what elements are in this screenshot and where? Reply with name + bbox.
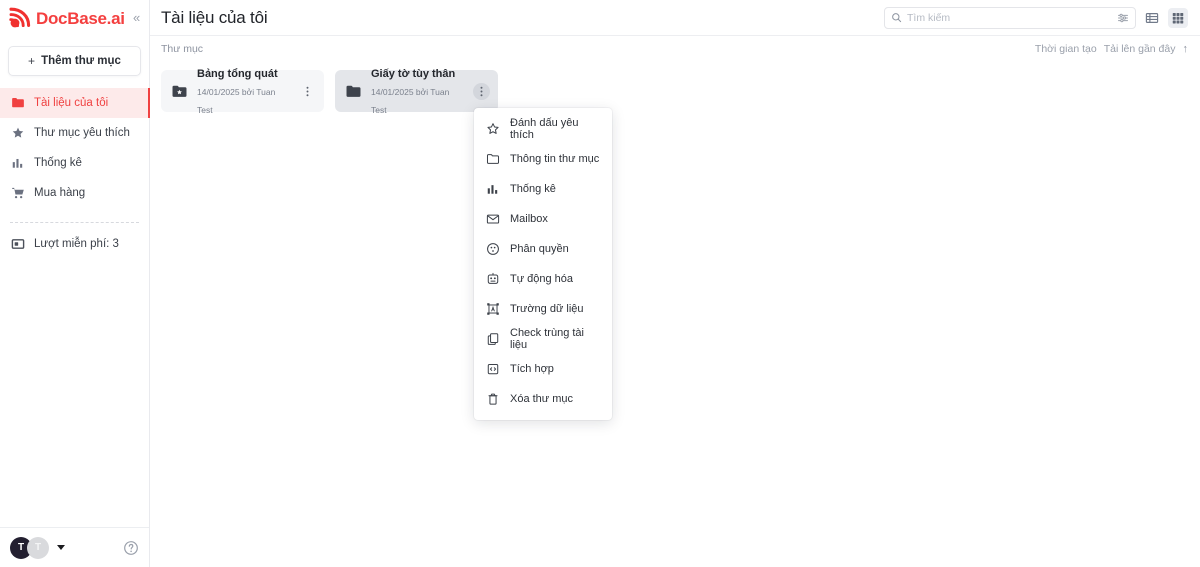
context-menu-label: Phân quyền	[510, 243, 569, 255]
sidebar-divider	[10, 222, 139, 223]
folder-star-icon	[171, 83, 188, 100]
context-menu-label: Mailbox	[510, 213, 548, 225]
folder-card-title: Giấy tờ tùy thân	[371, 68, 456, 80]
kebab-menu-icon[interactable]	[473, 82, 490, 100]
bar-chart-icon	[486, 182, 500, 196]
star-outline-icon	[486, 122, 500, 136]
list-view-icon[interactable]	[1142, 8, 1162, 28]
folder-card[interactable]: Giấy tờ tùy thân 14/01/2025 bởi Tuan Tes…	[335, 68, 498, 115]
sidebar-nav: Tài liệu của tôi Thư mục yêu thích Thống…	[0, 88, 150, 208]
folder-card[interactable]: Bảng tổng quát 14/01/2025 bởi Tuan Test	[161, 68, 324, 115]
context-menu-label: Thống kê	[510, 183, 556, 195]
sidebar-footer: T T	[0, 527, 149, 567]
breadcrumb: Thư mục	[161, 43, 204, 55]
sort-controls: Thời gian tạo Tải lên gần đây ↑	[1035, 43, 1188, 55]
context-menu-item-integration[interactable]: Tích hợp	[474, 354, 612, 384]
brand-row: DocBase.ai «	[0, 0, 149, 36]
sidebar-item-purchase[interactable]: Mua hàng	[0, 178, 149, 208]
search-icon	[891, 12, 902, 23]
sidebar-item-label: Thư mục yêu thích	[34, 127, 130, 139]
folder-context-menu: Đánh dấu yêu thích Thông tin thư mục Thố…	[474, 108, 612, 420]
folder-icon	[345, 83, 362, 100]
sidebar-item-label: Mua hàng	[34, 187, 86, 199]
sidebar-item-label: Thống kê	[34, 157, 82, 169]
context-menu-item-permissions[interactable]: Phân quyền	[474, 234, 612, 264]
context-menu-label: Thông tin thư mục	[510, 153, 600, 165]
context-menu-label: Tự động hóa	[510, 273, 574, 285]
free-quota-row[interactable]: Lượt miễn phí: 3	[0, 231, 149, 257]
docbase-signal-logo	[6, 5, 32, 31]
context-menu-item-statistics[interactable]: Thống kê	[474, 174, 612, 204]
context-menu-item-folder-info[interactable]: Thông tin thư mục	[474, 144, 612, 174]
trash-icon	[486, 392, 500, 406]
context-menu-item-mailbox[interactable]: Mailbox	[474, 204, 612, 234]
permissions-circle-icon	[486, 242, 500, 256]
caret-down-icon[interactable]	[57, 545, 65, 550]
search-box[interactable]	[884, 6, 1136, 29]
envelope-icon	[486, 212, 500, 226]
search-input[interactable]	[907, 11, 1112, 24]
context-menu-item-delete-folder[interactable]: Xóa thư mục	[474, 384, 612, 414]
sidebar-item-statistics[interactable]: Thống kê	[0, 148, 149, 178]
context-menu-item-duplicate-check[interactable]: Check trùng tài liệu	[474, 324, 612, 354]
grid-view-icon[interactable]	[1168, 7, 1188, 28]
context-menu-label: Check trùng tài liệu	[510, 327, 584, 351]
page-title: Tài liệu của tôi	[161, 7, 268, 27]
topbar: Tài liệu của tôi	[150, 0, 1200, 36]
folder-card-subtitle: 14/01/2025 bởi Tuan Test	[371, 87, 450, 115]
folder-card-subtitle: 14/01/2025 bởi Tuan Test	[197, 87, 276, 115]
brand-name: DocBase.ai	[36, 8, 125, 28]
context-menu-label: Tích hợp	[510, 363, 554, 375]
context-menu-item-favorite[interactable]: Đánh dấu yêu thích	[474, 114, 612, 144]
folder-outline-icon	[486, 152, 500, 166]
robot-icon	[486, 272, 500, 286]
add-folder-wrap: + Thêm thư mục	[0, 36, 149, 84]
chevron-double-left-icon[interactable]: «	[129, 10, 145, 26]
sort-option-created-time[interactable]: Thời gian tạo	[1035, 43, 1097, 55]
folder-card-text: Bảng tổng quát 14/01/2025 bởi Tuan Test	[197, 64, 290, 118]
sidebar-item-my-documents[interactable]: Tài liệu của tôi	[0, 88, 150, 118]
integration-code-icon	[486, 362, 500, 376]
subbar: Thư mục Thời gian tạo Tải lên gần đây ↑	[150, 36, 1200, 62]
context-menu-item-data-fields[interactable]: Trường dữ liệu	[474, 294, 612, 324]
duplicate-copy-icon	[486, 332, 500, 346]
shopping-cart-icon	[10, 186, 25, 201]
sidebar-item-label: Tài liệu của tôi	[34, 97, 109, 109]
folder-icon	[10, 96, 25, 111]
topbar-right	[884, 6, 1188, 29]
context-menu-item-automation[interactable]: Tự động hóa	[474, 264, 612, 294]
main-content: Tài liệu của tôi Tìm kiếm Thư mục Thời g…	[150, 0, 1200, 567]
folder-card-text: Giấy tờ tùy thân 14/01/2025 bởi Tuan Tes…	[371, 64, 464, 118]
folder-card-title: Bảng tổng quát	[197, 68, 278, 80]
folder-card-grid: Bảng tổng quát 14/01/2025 bởi Tuan Test	[150, 62, 1200, 115]
app-root: DocBase.ai « + Thêm thư mục Tài liệu của…	[0, 0, 1200, 567]
add-folder-button[interactable]: + Thêm thư mục	[8, 46, 141, 76]
sidebar-item-favorites[interactable]: Thư mục yêu thích	[0, 118, 149, 148]
credit-card-icon	[10, 237, 25, 252]
kebab-menu-icon[interactable]	[299, 83, 316, 100]
sort-option-recent-upload[interactable]: Tải lên gần đây	[1104, 43, 1176, 55]
bar-chart-icon	[10, 156, 25, 171]
context-menu-label: Xóa thư mục	[510, 393, 574, 405]
sidebar: DocBase.ai « + Thêm thư mục Tài liệu của…	[0, 0, 150, 567]
arrow-up-icon[interactable]: ↑	[1183, 43, 1189, 55]
star-icon	[10, 126, 25, 141]
data-field-frame-icon	[486, 302, 500, 316]
filter-sliders-icon[interactable]	[1117, 12, 1129, 24]
plus-icon: +	[28, 54, 36, 68]
context-menu-label: Trường dữ liệu	[510, 303, 584, 315]
help-circle-icon[interactable]	[123, 540, 139, 556]
free-quota-label: Lượt miễn phí: 3	[34, 238, 119, 250]
context-menu-label: Đánh dấu yêu thích	[510, 117, 579, 141]
add-folder-label: Thêm thư mục	[41, 55, 121, 67]
avatar-secondary[interactable]: T	[27, 536, 49, 559]
